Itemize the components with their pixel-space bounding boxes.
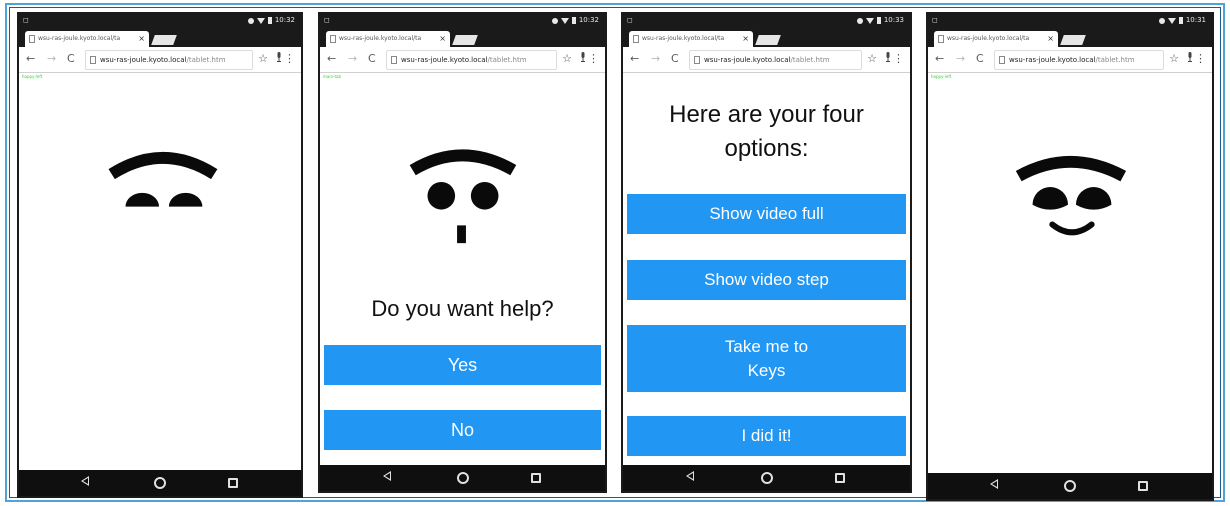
url-path: /tablet.htm	[790, 56, 830, 64]
options-heading: Here are your four options:	[623, 98, 910, 166]
mouth	[457, 225, 466, 244]
right-eye	[1075, 186, 1112, 210]
url-host: wsu-ras-joule.kyoto.local	[704, 56, 791, 64]
tab-strip: wsu-ras-joule.kyoto.local/ta ×	[623, 27, 910, 47]
android-nav-bar	[19, 470, 301, 496]
help-question: Do you want help?	[371, 296, 554, 321]
omnibox-bar: ← → C wsu-ras-joule.kyoto.local/tablet.h…	[623, 47, 910, 73]
phone-screen-2: ◻ 10:32 wsu-ras-joule.kyoto.local/ta × ←…	[318, 12, 607, 493]
eyebrow-arc	[108, 152, 218, 180]
mic-icon[interactable]	[885, 52, 891, 65]
home-circle-icon[interactable]	[456, 472, 469, 484]
back-triangle-icon[interactable]	[990, 479, 999, 489]
status-bar: ◻ 10:33	[623, 14, 910, 27]
yes-button[interactable]: Yes	[324, 345, 601, 385]
android-nav-bar	[928, 473, 1212, 499]
take-me-to-keys-line1: Take me to	[724, 336, 809, 356]
close-icon[interactable]: ×	[742, 31, 749, 47]
star-icon[interactable]: ☆	[867, 52, 877, 65]
options-heading-line2: options:	[724, 135, 809, 162]
eyebrow-arc	[409, 149, 517, 176]
android-nav-bar	[320, 465, 605, 491]
recent-square-icon[interactable]	[530, 473, 541, 483]
browser-tab[interactable]: wsu-ras-joule.kyoto.local/ta ×	[629, 31, 753, 47]
smile-mouth	[1049, 221, 1095, 236]
show-video-step-button[interactable]: Show video step	[627, 260, 906, 300]
phone-screen-1: ◻ 10:32 wsu-ras-joule.kyoto.local/ta × ←…	[17, 12, 303, 498]
no-button[interactable]: No	[324, 410, 601, 450]
menu-icon[interactable]: ⋮	[893, 52, 904, 65]
sync-icon	[856, 17, 863, 24]
options-heading-line1: Here are your four	[669, 101, 864, 128]
reload-icon[interactable]: C	[671, 52, 679, 66]
phone-screen-3: ◻ 10:33 wsu-ras-joule.kyoto.local/ta × ←…	[621, 12, 912, 493]
show-video-full-button[interactable]: Show video full	[627, 194, 906, 234]
home-circle-icon[interactable]	[760, 472, 773, 484]
phone-screen-4: ◻ 10:31 wsu-ras-joule.kyoto.local/ta × ←…	[926, 12, 1214, 501]
robot-face-happy	[1015, 156, 1127, 236]
status-time: 10:33	[883, 16, 904, 24]
right-eye	[470, 181, 499, 210]
back-triangle-icon[interactable]	[382, 471, 391, 481]
new-tab-button[interactable]	[755, 35, 781, 45]
android-nav-bar	[623, 465, 910, 491]
recent-square-icon[interactable]	[835, 473, 846, 483]
forward-arrow-icon[interactable]: →	[651, 52, 660, 66]
home-circle-icon[interactable]	[1064, 480, 1076, 492]
back-triangle-icon[interactable]	[686, 471, 695, 481]
url-field[interactable]: wsu-ras-joule.kyoto.local/tablet.htm	[689, 50, 862, 70]
recent-square-icon[interactable]	[1138, 481, 1149, 491]
back-triangle-icon[interactable]	[81, 476, 90, 486]
notification-icon: ◻	[627, 16, 633, 24]
take-me-to-keys-line2: Keys	[747, 360, 786, 380]
wifi-icon	[865, 17, 874, 24]
battery-icon	[876, 17, 881, 24]
right-eye	[168, 192, 203, 207]
recent-square-icon[interactable]	[227, 478, 238, 488]
left-eye	[1032, 186, 1069, 210]
page-icon	[694, 56, 700, 64]
tab-title: wsu-ras-joule.kyoto.local/ta	[642, 35, 725, 42]
robot-face-neutral	[108, 152, 218, 207]
eyebrow-arc	[1015, 156, 1127, 182]
page-icon	[633, 35, 639, 43]
left-eye	[125, 192, 160, 207]
take-me-to-keys-button[interactable]: Take me to Keys	[627, 325, 906, 392]
i-did-it-button[interactable]: I did it!	[627, 416, 906, 456]
left-eye	[427, 181, 456, 210]
home-circle-icon[interactable]	[154, 477, 166, 489]
back-arrow-icon[interactable]: ←	[630, 52, 639, 66]
